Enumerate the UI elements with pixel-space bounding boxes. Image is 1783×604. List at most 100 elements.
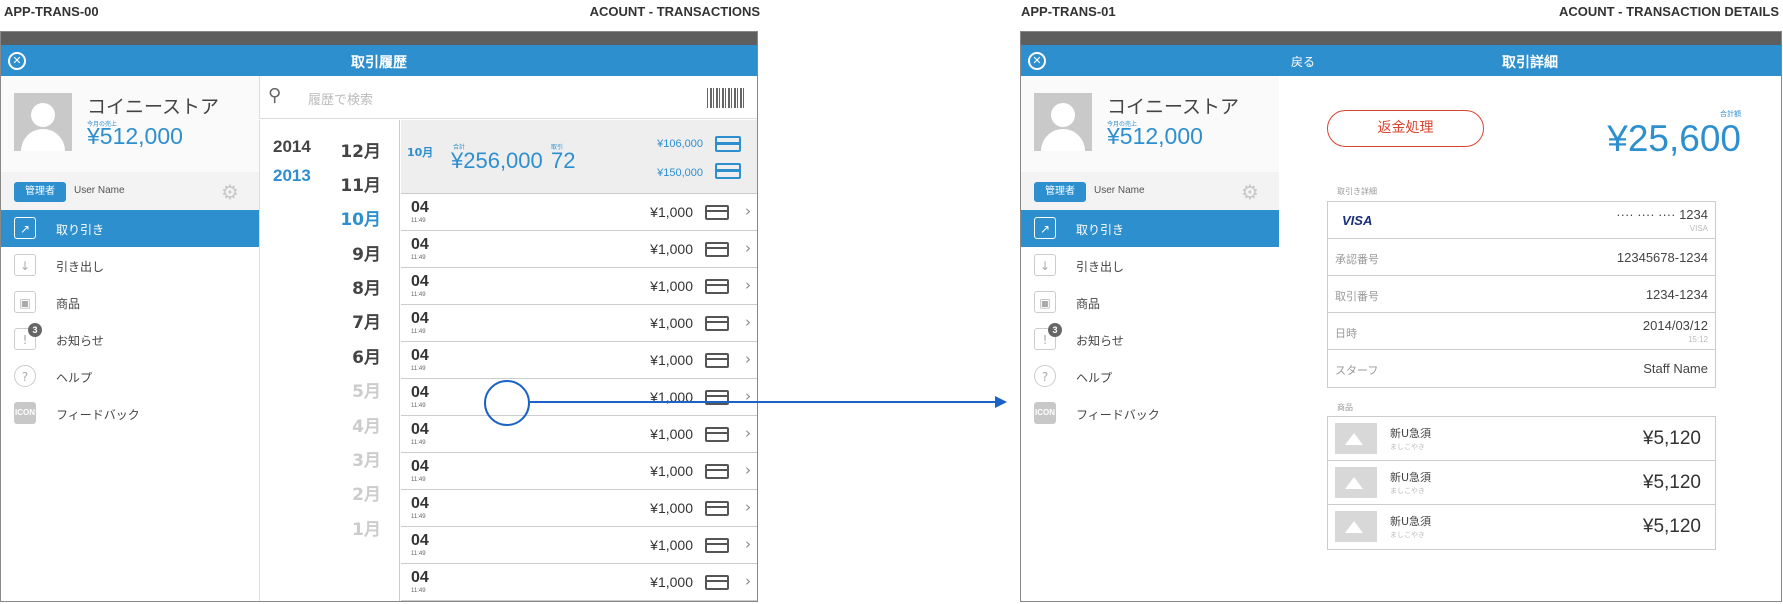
refund-button[interactable]: 返金処理: [1327, 110, 1484, 147]
monthly-sales-value: ¥512,000: [1107, 123, 1203, 149]
screen-title-left: ACOUNT - TRANSACTIONS: [589, 4, 760, 19]
month-10[interactable]: 10月: [340, 205, 381, 230]
transaction-amount: ¥1,000: [650, 574, 693, 590]
year-2013[interactable]: 2013: [273, 166, 311, 186]
details-section-label: 取引き詳細: [1337, 187, 1377, 196]
chevron-right-icon: ›: [745, 276, 751, 294]
transaction-day: 04: [411, 236, 429, 253]
store-profile: コイニーストア 今月の売上 ¥512,000: [1, 76, 259, 172]
sidebar: コイニーストア 今月の売上 ¥512,000 管理者 User Name ⚙ ↗…: [1, 76, 259, 601]
summary-month: 10月: [407, 146, 434, 159]
screen-title-right: ACOUNT - TRANSACTION DETAILS: [1558, 4, 1779, 19]
month-5[interactable]: 5月: [352, 377, 381, 402]
transaction-row[interactable]: 04 11:49 ¥1,000 ›: [401, 342, 757, 379]
month-4[interactable]: 4月: [352, 412, 381, 437]
transaction-row[interactable]: 04 11:49 ¥1,000 ›: [401, 490, 757, 527]
transaction-amount: ¥1,000: [650, 500, 693, 516]
sidebar-item-withdraw[interactable]: ↓ 引き出し: [1021, 247, 1279, 284]
month-3[interactable]: 3月: [352, 446, 381, 471]
month-2[interactable]: 2月: [352, 480, 381, 505]
sidebar-item-transactions[interactable]: ↗ 取り引き: [1, 210, 259, 247]
month-9[interactable]: 9月: [352, 240, 381, 265]
role-badge: 管理者: [1034, 182, 1086, 202]
header-bar: ✕ 取引履歴: [1, 45, 757, 76]
avatar: [1034, 93, 1092, 151]
status-bar: [1, 32, 757, 45]
status-bar: [1021, 32, 1781, 45]
screen-code-right: APP-TRANS-01: [1021, 4, 1116, 19]
month-1[interactable]: 1月: [352, 515, 381, 540]
sidebar-item-products[interactable]: ▣ 商品: [1021, 284, 1279, 321]
transaction-time: 11:49: [411, 588, 426, 594]
user-row: 管理者 User Name ⚙: [1021, 172, 1279, 210]
card-icon: [715, 163, 741, 179]
month-11[interactable]: 11月: [340, 171, 381, 196]
transaction-amount: ¥1,000: [650, 315, 693, 331]
transaction-row[interactable]: 04 11:49 ¥1,000 ›: [401, 379, 757, 416]
product-price: ¥5,120: [1642, 472, 1701, 493]
product-row[interactable]: 新U急須 ましこやき ¥5,120: [1328, 505, 1715, 549]
transaction-row[interactable]: 04 11:49 ¥1,000 ›: [401, 305, 757, 342]
monthly-sales-value: ¥512,000: [87, 123, 183, 149]
search-icon: ⚲: [268, 85, 282, 106]
product-sub: ましこやき: [1390, 487, 1425, 495]
sidebar-item-withdraw[interactable]: ↓ 引き出し: [1, 247, 259, 284]
transaction-time: 11:49: [411, 329, 426, 335]
month-6[interactable]: 6月: [352, 343, 381, 368]
sidebar-item-label: ヘルプ: [1076, 371, 1113, 385]
transaction-detail: 返金処理 合計額 ¥25,600 取引き詳細 VISA ···· ···· ··…: [1279, 76, 1781, 601]
avatar: [14, 93, 72, 151]
transaction-day: 04: [411, 495, 429, 512]
month-8[interactable]: 8月: [352, 274, 381, 299]
transaction-day: 04: [411, 273, 429, 290]
sidebar-item-label: 引き出し: [56, 260, 105, 274]
tap-indicator: [484, 380, 530, 426]
month-summary: 10月 合計 ¥256,000 取引 72 ¥106,000 ¥150,000: [401, 120, 757, 194]
detail-row: スターフ Staff Name: [1328, 350, 1715, 387]
product-sub: ましこやき: [1390, 443, 1425, 451]
transaction-row[interactable]: 04 11:49 ¥1,000 ›: [401, 527, 757, 564]
detail-value: 1234-1234: [1645, 287, 1708, 302]
transaction-row[interactable]: 04 11:49 ¥1,000 ›: [401, 416, 757, 453]
month-7[interactable]: 7月: [352, 308, 381, 333]
search-bar[interactable]: ⚲ 履歴で検索: [259, 76, 757, 119]
card-icon: [705, 427, 729, 442]
transaction-amount: ¥1,000: [650, 426, 693, 442]
transaction-row[interactable]: 04 11:49 ¥1,000 ›: [401, 231, 757, 268]
transaction-row[interactable]: 04 11:49 ¥1,000 ›: [401, 194, 757, 231]
feedback-icon: ICON: [14, 402, 36, 424]
chart-icon: ↗: [14, 217, 36, 239]
transaction-day: 04: [411, 199, 429, 216]
gear-icon[interactable]: ⚙: [221, 180, 239, 204]
transaction-day: 04: [411, 310, 429, 327]
transactions-screen: ✕ 取引履歴 コイニーストア 今月の売上 ¥512,000 管理者 User N…: [0, 31, 758, 602]
sidebar-item-feedback[interactable]: ICON フィードバック: [1021, 395, 1279, 432]
sidebar-item-notices[interactable]: ! 3 お知らせ: [1, 321, 259, 358]
sidebar-item-transactions[interactable]: ↗ 取り引き: [1021, 210, 1279, 247]
year-2014[interactable]: 2014: [273, 137, 311, 157]
sidebar-item-notices[interactable]: ! 3 お知らせ: [1021, 321, 1279, 358]
sidebar-item-help[interactable]: ? ヘルプ: [1021, 358, 1279, 395]
transaction-row[interactable]: 04 11:49 ¥1,000 ›: [401, 268, 757, 305]
month-12[interactable]: 12月: [340, 137, 381, 162]
product-row[interactable]: 新U急須 ましこやき ¥5,120: [1328, 461, 1715, 505]
transaction-row[interactable]: 04 11:49 ¥1,000 ›: [401, 453, 757, 490]
gear-icon[interactable]: ⚙: [1241, 180, 1259, 204]
card-icon: [705, 316, 729, 331]
download-icon: ↓: [14, 254, 36, 276]
close-icon[interactable]: ✕: [1028, 52, 1046, 70]
product-row[interactable]: 新U急須 ましこやき ¥5,120: [1328, 417, 1715, 461]
summary-total: ¥256,000: [451, 148, 543, 173]
chevron-right-icon: ›: [745, 239, 751, 257]
sidebar-item-products[interactable]: ▣ 商品: [1, 284, 259, 321]
sidebar-item-help[interactable]: ? ヘルプ: [1, 358, 259, 395]
store-name: コイニーストア: [1107, 96, 1240, 118]
detail-time: 15:12: [1687, 335, 1708, 344]
barcode-icon[interactable]: [707, 88, 745, 108]
search-input[interactable]: 履歴で検索: [308, 89, 373, 108]
transaction-time: 11:49: [411, 255, 426, 261]
transaction-row[interactable]: 04 11:49 ¥1,000 ›: [401, 564, 757, 601]
sidebar-item-feedback[interactable]: ICON フィードバック: [1, 395, 259, 432]
products-section-label: 商品: [1337, 403, 1353, 412]
sidebar-item-label: 取り引き: [1076, 223, 1125, 237]
